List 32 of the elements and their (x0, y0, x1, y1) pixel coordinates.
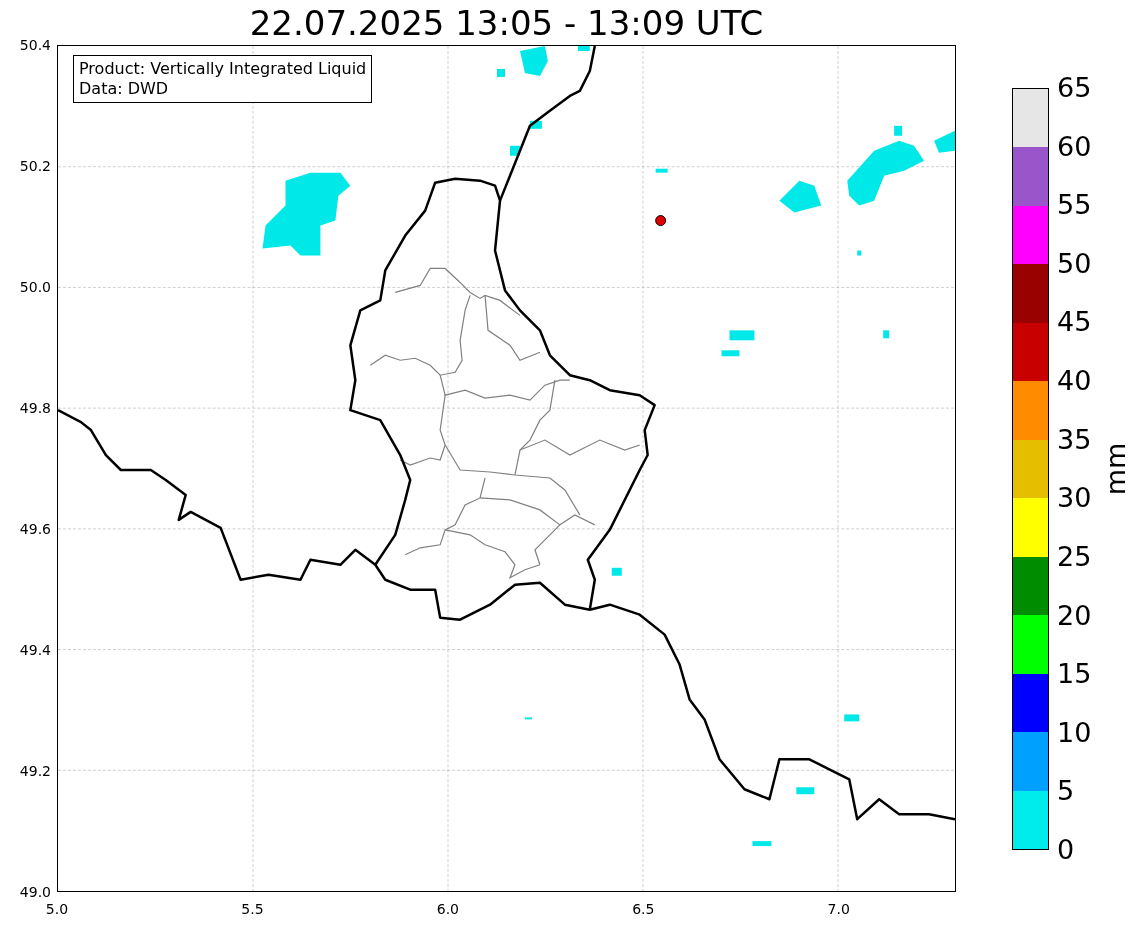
axis-tick-label: 6.5 (632, 901, 655, 917)
colorbar-tick-label: 50 (1057, 248, 1092, 279)
location-marker (655, 215, 667, 227)
colorbar-tick-label: 0 (1057, 835, 1075, 865)
colorbar-tick-label: 15 (1057, 659, 1092, 690)
colorbar-tick-label: 40 (1057, 366, 1092, 397)
colorbar-tick-label: 60 (1057, 131, 1092, 162)
axis-tick-label: 7.0 (827, 901, 850, 917)
colorbar-tick-label: 35 (1057, 424, 1092, 455)
axis-tick-label: 50.4 (19, 37, 51, 53)
colorbar-tick-label: 55 (1057, 190, 1092, 221)
colorbar-tick-label: 25 (1057, 541, 1092, 572)
axis-tick-label: 5.5 (241, 901, 264, 917)
axis-tick-label: 49.8 (19, 400, 51, 416)
axis-tick-label: 49.2 (19, 763, 51, 779)
axis-tick-label: 50.2 (19, 158, 51, 174)
colorbar-tick-label: 65 (1057, 73, 1092, 103)
axis-tick-label: 50.0 (19, 279, 51, 295)
axis-tick-label: 5.0 (45, 901, 69, 917)
chart-title: 22.07.2025 13:05 - 13:09 UTC (249, 3, 764, 43)
colorbar-tick-label: 5 (1057, 776, 1075, 807)
legend-text: Product: Vertically Integrated Liquid (79, 59, 367, 79)
colorbar-tick-label: 10 (1057, 717, 1092, 748)
colorbar-tick-label: 30 (1057, 483, 1092, 514)
axis-tick-label: 49.0 (19, 884, 51, 900)
legend-text: Data: DWD (79, 79, 170, 99)
axis-tick-label: 6.0 (436, 901, 459, 917)
axis-tick-label: 49.4 (19, 642, 51, 658)
colorbar-tick-label: 20 (1057, 600, 1092, 631)
colorbar-tick-label: 45 (1057, 307, 1092, 338)
axis-tick-label: 49.6 (19, 521, 51, 537)
colorbar-label: mm (1101, 442, 1131, 496)
